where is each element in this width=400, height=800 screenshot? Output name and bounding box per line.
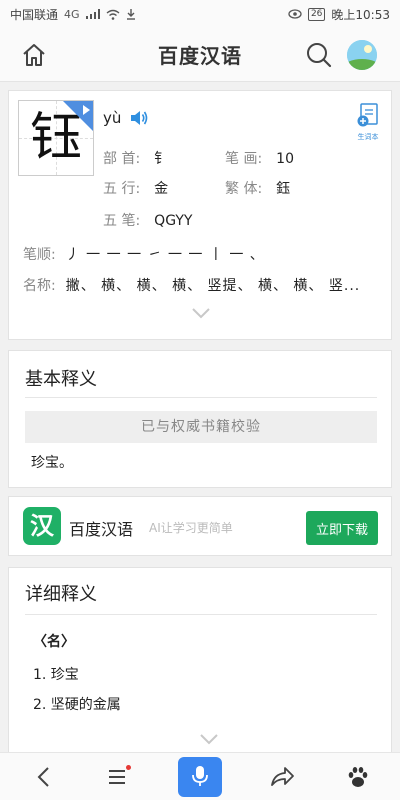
stroke-names-value: 撇、 横、 横、 横、 竖提、 横、 横、 竖... <box>65 278 361 294</box>
radical-row: 部 首: 钅 <box>103 148 168 168</box>
microphone-icon <box>192 765 208 786</box>
app-promo-banner: 汉 百度汉语 AI让学习更简单 立即下载 <box>8 496 392 556</box>
wubi-label: 五 笔: <box>103 213 141 229</box>
chevron-down-icon[interactable] <box>191 307 211 319</box>
wubi-value: QGYY <box>154 213 193 229</box>
search-icon[interactable] <box>305 41 333 69</box>
chevron-down-icon[interactable] <box>199 733 219 745</box>
section-title: 基本释义 <box>25 369 97 390</box>
back-icon[interactable] <box>30 763 58 791</box>
bottom-toolbar <box>0 752 400 800</box>
wuxing-row: 五 行: 金 <box>103 178 168 198</box>
wubi-row: 五 笔: QGYY <box>103 210 192 230</box>
app-icon: 汉 <box>23 507 61 545</box>
wordbook-button[interactable]: 生词本 <box>353 103 383 142</box>
eye-icon <box>288 9 302 19</box>
strokes-label: 笔 画: <box>225 151 263 167</box>
verified-notice: 已与权威书籍校验 <box>25 411 377 443</box>
play-icon <box>83 105 90 115</box>
stroke-order-row: 笔顺: 丿 一 一 一 ㇀ 一 一 丨 一 、 <box>23 244 265 264</box>
download-button[interactable]: 立即下载 <box>306 511 378 545</box>
part-of-speech: 〈名〉 <box>33 634 75 650</box>
divider <box>25 614 377 615</box>
notification-dot <box>126 765 131 770</box>
pinyin: yù <box>103 109 122 127</box>
detailed-meaning-card: 详细释义 〈名〉 1. 珍宝 2. 坚硬的金属 <box>8 567 392 757</box>
wordbook-icon <box>357 103 378 127</box>
carrier-label: 中国联通 <box>10 7 59 22</box>
share-icon[interactable] <box>268 763 296 791</box>
wuxing-label: 五 行: <box>103 181 141 197</box>
basic-definition: 珍宝。 <box>31 455 73 471</box>
strokes-row: 笔 画: 10 <box>225 148 294 168</box>
paw-icon[interactable] <box>344 763 372 791</box>
radical-label: 部 首: <box>103 151 141 167</box>
character-display[interactable]: 钰 <box>18 100 94 176</box>
download-status-icon <box>126 8 135 20</box>
voice-search-button[interactable] <box>178 757 222 797</box>
status-bar: 中国联通 4G 26 晚上10:53 <box>0 0 400 28</box>
app-header: 百度汉语 <box>0 28 400 82</box>
wifi-icon <box>106 9 119 20</box>
character-card: 钰 yù 生词本 部 首: 钅 笔 画: 10 五 行: 金 繁 体: 鈺 五 笔: QG… <box>8 90 392 340</box>
battery-indicator: 26 <box>307 7 326 21</box>
stroke-names-label: 名称: <box>23 278 56 294</box>
clock: 晚上10:53 <box>331 7 390 22</box>
app-slogan: AI让学习更简单 <box>149 521 233 535</box>
speaker-icon[interactable] <box>129 109 149 127</box>
home-icon[interactable] <box>20 41 48 69</box>
app-name: 百度汉语 <box>69 520 134 539</box>
divider <box>25 397 377 398</box>
wordbook-label: 生词本 <box>357 133 379 141</box>
definition-item: 1. 珍宝 <box>33 667 79 683</box>
radical-value[interactable]: 钅 <box>154 151 168 167</box>
stroke-order-value: 丿 一 一 一 ㇀ 一 一 丨 一 、 <box>65 247 265 263</box>
traditional-row: 繁 体: 鈺 <box>225 178 290 198</box>
strokes-value: 10 <box>276 151 294 167</box>
page-title: 百度汉语 <box>158 44 242 68</box>
stroke-names-row: 名称: 撇、 横、 横、 横、 竖提、 横、 横、 竖... <box>23 275 360 295</box>
stroke-order-label: 笔顺: <box>23 247 56 263</box>
traditional-label: 繁 体: <box>225 181 263 197</box>
signal-icon <box>85 9 100 19</box>
traditional-value[interactable]: 鈺 <box>276 181 290 197</box>
basic-meaning-card: 基本释义 已与权威书籍校验 珍宝。 <box>8 350 392 488</box>
avatar[interactable] <box>347 40 377 70</box>
section-title: 详细释义 <box>25 584 97 605</box>
wuxing-value: 金 <box>154 181 169 197</box>
network-label: 4G <box>64 7 80 21</box>
menu-button[interactable] <box>105 763 133 791</box>
definition-item: 2. 坚硬的金属 <box>33 697 121 713</box>
